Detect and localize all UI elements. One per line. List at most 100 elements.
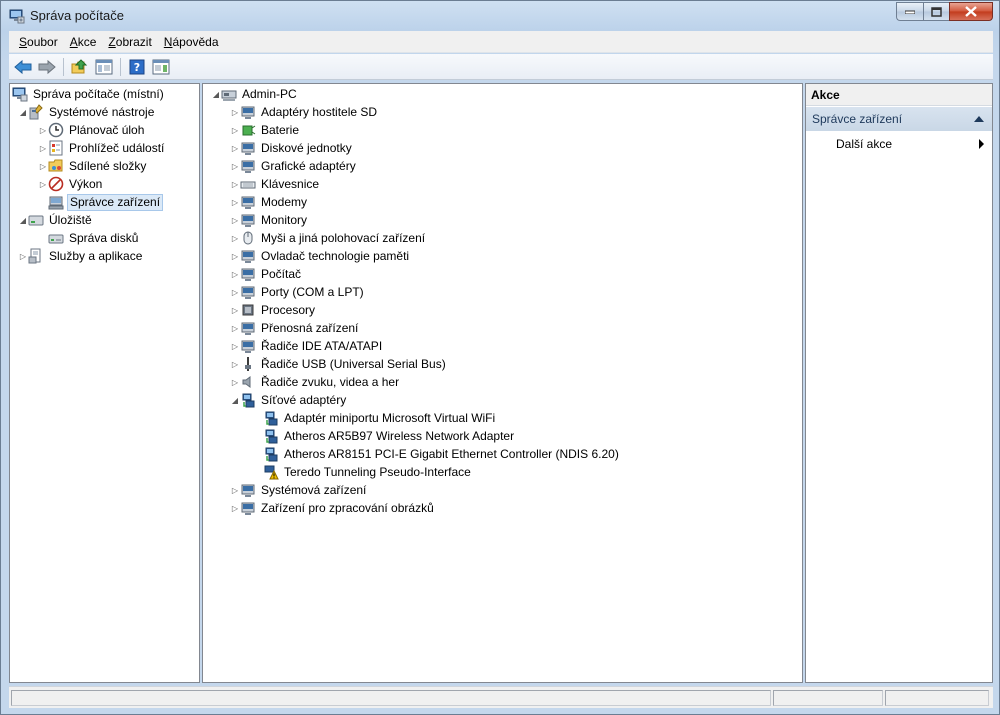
collapse-arrow-icon[interactable]: ◢ [18, 103, 28, 121]
device-category[interactable]: ▷ Zařízení pro zpracování obrázků [230, 499, 436, 517]
device-category[interactable]: ▷ Baterie [230, 121, 301, 139]
expand-arrow-icon[interactable]: ▷ [230, 121, 240, 139]
tree-item-shared-folders[interactable]: ▷ Sdílené složky [38, 157, 148, 175]
device-category[interactable]: ▷ Přenosná zařízení [230, 319, 360, 337]
expand-arrow-icon[interactable]: ▷ [230, 337, 240, 355]
minimize-button[interactable] [896, 2, 923, 21]
expand-arrow-icon[interactable]: ▷ [230, 139, 240, 157]
device-category[interactable]: ▷ Monitory [230, 211, 309, 229]
expand-arrow-icon[interactable]: ▷ [230, 193, 240, 211]
expand-arrow-icon[interactable]: ▷ [38, 175, 48, 193]
expand-arrow-icon[interactable]: ▷ [230, 283, 240, 301]
expand-arrow-icon[interactable]: ▷ [230, 247, 240, 265]
device-category[interactable]: ▷ Diskové jednotky [230, 139, 354, 157]
expand-arrow-icon[interactable]: ▷ [230, 319, 240, 337]
tree-item-task-scheduler[interactable]: ▷ Plánovač úloh [38, 121, 146, 139]
action-pane-icon [152, 59, 170, 74]
expand-arrow-icon[interactable]: ▷ [230, 301, 240, 319]
tree-label-selected: Správce zařízení [67, 193, 164, 211]
title-bar[interactable]: Správa počítače [1, 1, 999, 31]
device-category[interactable]: ◢ Síťové adaptéry [230, 391, 348, 409]
device-category[interactable]: ▷ Procesory [230, 301, 317, 319]
tree-item-device-manager[interactable]: Správce zařízení [48, 193, 164, 211]
expand-arrow-icon[interactable]: ▷ [230, 103, 240, 121]
maximize-button[interactable] [923, 2, 949, 21]
more-actions-label: Další akce [836, 137, 893, 151]
back-button[interactable] [12, 56, 34, 78]
network-adapter-icon [240, 392, 256, 408]
menu-help[interactable]: Nápověda [158, 32, 225, 52]
tree-item-event-viewer[interactable]: ▷ Prohlížeč událostí [38, 139, 166, 157]
collapse-arrow-icon[interactable]: ◢ [230, 391, 240, 409]
status-segment-3 [885, 690, 989, 706]
network-adapter-item[interactable]: Teredo Tunneling Pseudo-Interface [263, 463, 473, 481]
expand-arrow-icon[interactable]: ▷ [230, 211, 240, 229]
tree-label: Ovladač technologie paměti [261, 248, 410, 263]
caption-buttons [896, 2, 993, 22]
menu-bar: Soubor Akce Zobrazit Nápověda [9, 31, 993, 53]
device-manager-icon [48, 194, 64, 210]
expand-arrow-icon[interactable]: ▷ [230, 265, 240, 283]
device-category[interactable]: ▷ Systémová zařízení [230, 481, 368, 499]
expand-arrow-icon[interactable]: ▷ [38, 157, 48, 175]
show-hide-action-pane-button[interactable] [150, 56, 172, 78]
status-segment-main [11, 690, 771, 706]
expand-arrow-icon[interactable]: ▷ [230, 157, 240, 175]
device-category[interactable]: ▷ Myši a jiná polohovací zařízení [230, 229, 427, 247]
tree-item-computer-management[interactable]: Správa počítače (místní) [12, 85, 166, 103]
expand-arrow-icon[interactable]: ▷ [38, 121, 48, 139]
tree-item-root[interactable]: ◢ Admin-PC [211, 85, 299, 103]
menu-view[interactable]: Zobrazit [102, 32, 157, 52]
close-button[interactable] [949, 2, 993, 21]
close-icon [965, 6, 977, 17]
expand-arrow-icon[interactable]: ▷ [230, 373, 240, 391]
expand-arrow-icon[interactable]: ▷ [230, 175, 240, 193]
tree-label: Adaptér miniportu Microsoft Virtual WiFi [284, 410, 496, 425]
actions-header: Akce [806, 84, 992, 106]
window-title: Správa počítače [30, 8, 124, 23]
device-category[interactable]: ▷ Ovladač technologie paměti [230, 247, 411, 265]
console-tree-pane[interactable]: Správa počítače (místní) ◢ Systémové nás… [9, 83, 200, 683]
imaging-devices-icon [240, 500, 256, 516]
device-category[interactable]: ▷ Řadiče zvuku, videa a her [230, 373, 401, 391]
tree-item-system-tools[interactable]: ◢ Systémové nástroje [18, 103, 156, 121]
expand-arrow-icon[interactable]: ▷ [38, 139, 48, 157]
tree-label: Úložiště [49, 212, 92, 227]
expand-arrow-icon[interactable]: ▷ [230, 499, 240, 517]
help-button[interactable]: ? [126, 56, 148, 78]
more-actions-item[interactable]: Další akce [836, 135, 986, 153]
expand-arrow-icon[interactable]: ▷ [230, 229, 240, 247]
expand-arrow-icon[interactable]: ▷ [230, 355, 240, 373]
tree-label: Diskové jednotky [261, 140, 352, 155]
menu-action[interactable]: Akce [64, 32, 103, 52]
device-category[interactable]: ▷ Řadiče IDE ATA/ATAPI [230, 337, 384, 355]
disk-management-icon [48, 230, 64, 246]
tree-label: Atheros AR5B97 Wireless Network Adapter [284, 428, 515, 443]
collapse-arrow-icon[interactable]: ◢ [211, 85, 221, 103]
actions-section-label: Správce zařízení [812, 112, 903, 126]
expand-arrow-icon[interactable]: ▷ [230, 481, 240, 499]
device-category[interactable]: ▷ Grafické adaptéry [230, 157, 358, 175]
device-category[interactable]: ▷ Porty (COM a LPT) [230, 283, 366, 301]
forward-button[interactable] [36, 56, 58, 78]
network-adapter-item[interactable]: Atheros AR8151 PCI-E Gigabit Ethernet Co… [263, 445, 621, 463]
device-category[interactable]: ▷ Modemy [230, 193, 309, 211]
collapse-arrow-icon[interactable]: ◢ [18, 211, 28, 229]
tree-item-performance[interactable]: ▷ Výkon [38, 175, 104, 193]
network-adapter-item[interactable]: Adaptér miniportu Microsoft Virtual WiFi [263, 409, 497, 427]
device-category[interactable]: ▷ Řadiče USB (Universal Serial Bus) [230, 355, 448, 373]
tree-item-storage[interactable]: ◢ Úložiště [18, 211, 94, 229]
device-category[interactable]: ▷ Klávesnice [230, 175, 321, 193]
network-adapter-item[interactable]: Atheros AR5B97 Wireless Network Adapter [263, 427, 516, 445]
actions-section-device-manager[interactable]: Správce zařízení [806, 107, 992, 131]
up-one-level-button[interactable] [69, 56, 91, 78]
device-category[interactable]: ▷ Počítač [230, 265, 303, 283]
device-category[interactable]: ▷ Adaptéry hostitele SD [230, 103, 379, 121]
device-tree-pane[interactable]: ◢ Admin-PC ▷ Adaptéry hostitele SD ▷ Bateri… [202, 83, 803, 683]
tree-item-disk-management[interactable]: Správa disků [48, 229, 140, 247]
tree-item-services-applications[interactable]: ▷ Služby a aplikace [18, 247, 144, 265]
expand-arrow-icon[interactable]: ▷ [18, 247, 28, 265]
collapse-up-icon[interactable] [974, 116, 984, 122]
menu-file[interactable]: Soubor [13, 32, 64, 52]
show-hide-tree-button[interactable] [93, 56, 115, 78]
